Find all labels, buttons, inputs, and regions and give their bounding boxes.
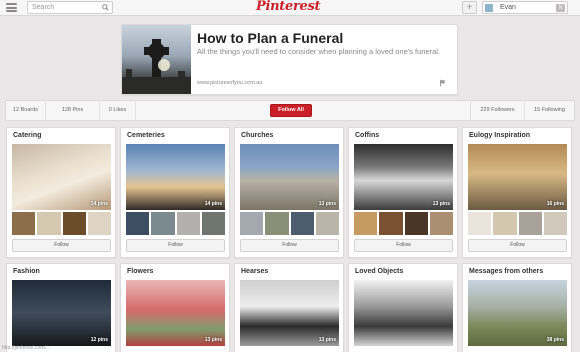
board-thumbnail[interactable]	[468, 212, 492, 235]
board-card[interactable]: Loved Objects	[348, 263, 458, 352]
board-card[interactable]: Fashion 12 pins	[6, 263, 116, 352]
board-title[interactable]: Messages from others	[469, 268, 543, 275]
board-cover[interactable]: 14 pins	[12, 144, 111, 210]
search-icon[interactable]	[102, 4, 109, 11]
pin-count: 13 pins	[318, 201, 336, 207]
pin-count: 12 pins	[90, 337, 108, 343]
pin-count: 14 pins	[90, 201, 108, 207]
board-cover[interactable]: 13 pins	[354, 144, 453, 210]
board-thumbnail[interactable]	[518, 212, 542, 235]
board-thumbnail[interactable]	[37, 212, 61, 235]
board-card[interactable]: Hearses 13 pins	[234, 263, 344, 352]
board-thumbnails	[12, 212, 111, 235]
website-link[interactable]: www.picturesofyou.com.au	[197, 80, 262, 86]
board-thumbnail[interactable]	[151, 212, 175, 235]
board-cover[interactable]	[354, 280, 453, 346]
board-card[interactable]: Churches 13 pins Follow	[234, 127, 344, 258]
board-title[interactable]: Flowers	[127, 268, 153, 275]
board-cover[interactable]: 12 pins	[12, 280, 111, 346]
board-card[interactable]: Messages from others 38 pins	[462, 263, 572, 352]
follow-button[interactable]: Follow	[240, 239, 339, 252]
board-title[interactable]: Catering	[13, 132, 41, 139]
board-title[interactable]: Eulogy Inspiration	[469, 132, 530, 139]
page-title: How to Plan a Funeral	[197, 30, 344, 46]
pin-count: 13 pins	[318, 337, 336, 343]
board-card[interactable]: Catering 14 pins Follow	[6, 127, 116, 258]
board-thumbnail[interactable]	[12, 212, 36, 235]
board-description: All the things you'll need to consider w…	[197, 47, 441, 56]
board-title[interactable]: Cemeteries	[127, 132, 165, 139]
follow-button[interactable]: Follow	[12, 239, 111, 252]
likes-count-tab[interactable]: 0 Likes	[100, 101, 136, 120]
board-thumbnails	[468, 212, 567, 235]
board-thumbnail[interactable]	[354, 212, 378, 235]
board-header: How to Plan a Funeral All the things you…	[121, 24, 458, 95]
top-bar: Search Pinterest + Evan N	[0, 0, 580, 16]
board-thumbnail[interactable]	[62, 212, 86, 235]
board-thumbnails	[126, 212, 225, 235]
cross-silhouette-icon	[122, 39, 191, 94]
board-card[interactable]: Flowers 13 pins	[120, 263, 230, 352]
board-cover[interactable]: 13 pins	[240, 280, 339, 346]
board-thumbnail[interactable]	[493, 212, 517, 235]
follow-button[interactable]: Follow	[468, 239, 567, 252]
board-thumbnail[interactable]	[315, 212, 339, 235]
board-card[interactable]: Cemeteries 14 pins Follow	[120, 127, 230, 258]
board-thumbnails	[240, 212, 339, 235]
board-cover[interactable]: 38 pins	[468, 280, 567, 346]
board-card[interactable]: Coffins 13 pins Follow	[348, 127, 458, 258]
board-thumbnail[interactable]	[543, 212, 567, 235]
board-thumbnail[interactable]	[379, 212, 403, 235]
board-thumbnail[interactable]	[404, 212, 428, 235]
menu-icon[interactable]	[6, 3, 17, 12]
pin-count: 16 pins	[546, 201, 564, 207]
notifications-badge[interactable]: N	[556, 4, 565, 12]
follow-button[interactable]: Follow	[126, 239, 225, 252]
avatar	[485, 4, 493, 12]
board-thumbnails	[354, 212, 453, 235]
pin-count: 13 pins	[432, 201, 450, 207]
board-title[interactable]: Fashion	[13, 268, 40, 275]
board-cover[interactable]: 13 pins	[126, 280, 225, 346]
pins-count-tab[interactable]: 128 Pins	[46, 101, 100, 120]
board-thumbnail[interactable]	[176, 212, 200, 235]
board-title[interactable]: Loved Objects	[355, 268, 403, 275]
board-thumbnail[interactable]	[201, 212, 225, 235]
board-thumbnail[interactable]	[290, 212, 314, 235]
user-name: Evan	[500, 4, 516, 11]
followers-count-tab[interactable]: 229 Followers	[470, 101, 524, 120]
status-url: http://pinterest.com/...	[2, 345, 51, 351]
board-thumbnail[interactable]	[87, 212, 111, 235]
pin-count: 14 pins	[204, 201, 222, 207]
board-thumbnail[interactable]	[265, 212, 289, 235]
add-pin-button[interactable]: +	[462, 1, 477, 14]
board-cover[interactable]: 16 pins	[468, 144, 567, 210]
board-cover-image	[122, 25, 191, 94]
board-title[interactable]: Churches	[241, 132, 273, 139]
user-menu[interactable]: Evan N	[482, 1, 568, 14]
pin-count: 13 pins	[204, 337, 222, 343]
board-card[interactable]: Eulogy Inspiration 16 pins Follow	[462, 127, 572, 258]
pin-count: 38 pins	[546, 337, 564, 343]
profile-stats-bar: 12 Boards 128 Pins 0 Likes Follow All 22…	[5, 100, 575, 121]
search-input[interactable]: Search	[27, 1, 113, 14]
board-cover[interactable]: 14 pins	[126, 144, 225, 210]
board-thumbnail[interactable]	[126, 212, 150, 235]
pinterest-logo[interactable]: Pinterest	[256, 0, 320, 14]
following-count-tab[interactable]: 15 Following	[524, 101, 574, 120]
flag-icon[interactable]	[439, 79, 447, 87]
board-thumbnail[interactable]	[429, 212, 453, 235]
board-cover[interactable]: 13 pins	[240, 144, 339, 210]
board-title[interactable]: Coffins	[355, 132, 379, 139]
board-thumbnail[interactable]	[240, 212, 264, 235]
board-title[interactable]: Hearses	[241, 268, 268, 275]
boards-count-tab[interactable]: 12 Boards	[6, 101, 46, 120]
follow-button[interactable]: Follow	[354, 239, 453, 252]
search-placeholder: Search	[32, 4, 55, 11]
follow-all-button[interactable]: Follow All	[270, 104, 312, 117]
